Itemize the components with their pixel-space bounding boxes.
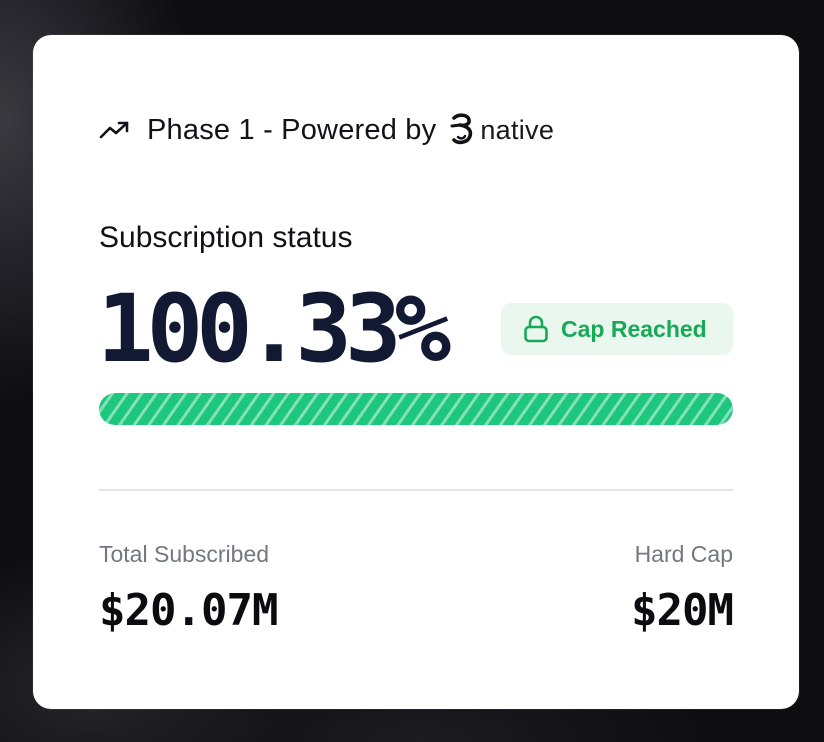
- hard-cap-label: Hard Cap: [634, 541, 733, 567]
- lock-icon: [523, 315, 549, 343]
- subscription-card: Phase 1 - Powered by native Subscription…: [33, 35, 799, 709]
- hard-cap-value: $20M: [631, 585, 734, 636]
- native-logo: native: [448, 113, 554, 147]
- subscription-percent: 100.33%: [97, 275, 451, 384]
- total-subscribed-value: $20.07M: [99, 585, 278, 636]
- native-wordmark: native: [480, 114, 555, 145]
- native-logo-icon: [448, 113, 476, 147]
- subscription-progress-fill: [99, 393, 733, 425]
- subscription-progress-bar: [99, 393, 733, 425]
- trending-up-icon: [99, 120, 131, 140]
- divider: [99, 489, 733, 491]
- total-subscribed-label: Total Subscribed: [99, 541, 270, 567]
- cap-reached-badge: Cap Reached: [501, 303, 733, 355]
- phase-header: Phase 1 - Powered by native: [99, 111, 554, 149]
- phase-title: Phase 1 - Powered by: [147, 113, 437, 146]
- cap-reached-label: Cap Reached: [561, 315, 707, 342]
- subscription-status-label: Subscription status: [99, 221, 353, 254]
